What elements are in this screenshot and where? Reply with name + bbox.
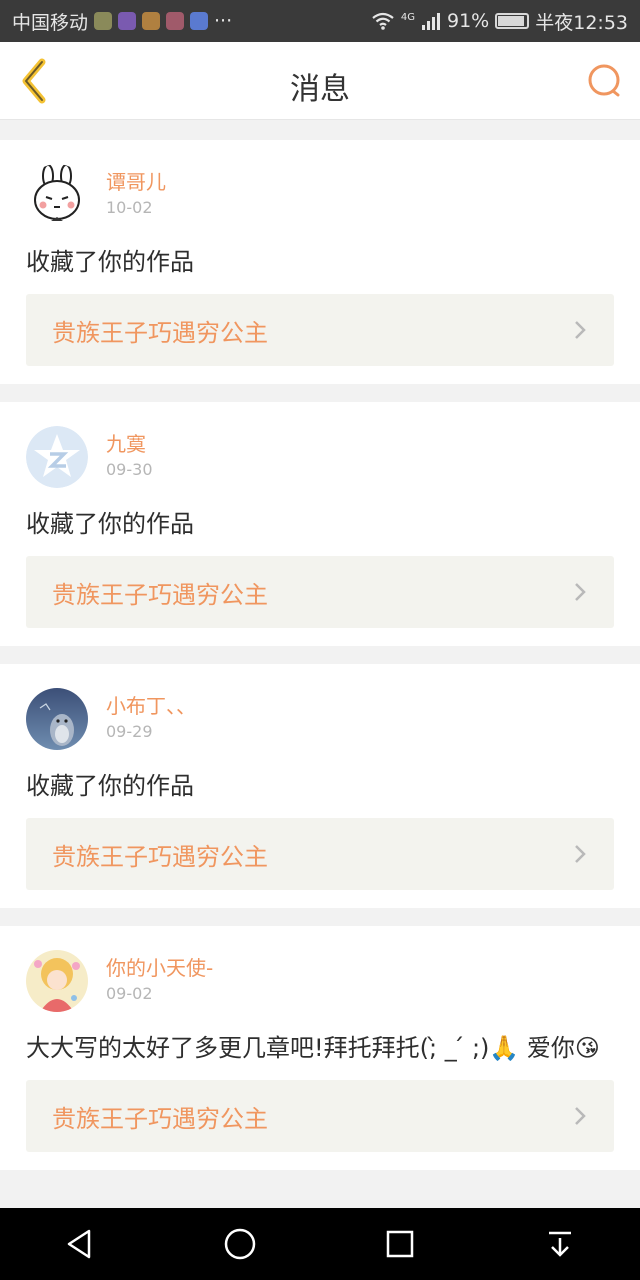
nav-pulldown-icon <box>549 1231 571 1257</box>
chevron-right-icon <box>575 1107 586 1125</box>
avatar[interactable] <box>26 164 88 226</box>
message-text: 收藏了你的作品 <box>26 510 194 538</box>
message-card: 谭哥儿 10-02 收藏了你的作品 贵族王子巧遇穷公主 <box>0 140 640 384</box>
work-title: 贵族王子巧遇穷公主 <box>52 842 268 871</box>
signal-icon <box>422 13 440 30</box>
work-link[interactable]: 贵族王子巧遇穷公主 <box>26 818 614 890</box>
search-button[interactable] <box>584 60 626 102</box>
system-nav-bar <box>0 1208 640 1280</box>
wifi-icon <box>372 12 394 30</box>
nav-back-icon <box>67 1229 91 1259</box>
message-card: 小布丁、、 09-29 收藏了你的作品 贵族王子巧遇穷公主 <box>0 664 640 908</box>
message-card: 九寞 09-30 收藏了你的作品 贵族王子巧遇穷公主 <box>0 402 640 646</box>
chevron-right-icon <box>575 321 586 339</box>
battery-icon <box>495 13 530 29</box>
totoro-avatar-icon <box>26 688 88 750</box>
music-app-icon <box>190 12 209 30</box>
nav-home-icon <box>224 1228 256 1260</box>
message-list: 谭哥儿 10-02 收藏了你的作品 贵族王子巧遇穷公主 九寞 09-30 收藏了… <box>0 140 640 1188</box>
app-notification-icon <box>142 12 161 30</box>
nav-back-button[interactable] <box>50 1214 110 1274</box>
work-title: 贵族王子巧遇穷公主 <box>52 1104 268 1133</box>
app-notification-icon <box>94 12 113 30</box>
message-text: 收藏了你的作品 <box>26 772 194 800</box>
nav-recents-button[interactable] <box>370 1214 430 1274</box>
app-notification-icon <box>166 12 185 30</box>
nav-pulldown-button[interactable] <box>530 1214 590 1274</box>
avatar[interactable] <box>26 426 88 488</box>
nav-home-button[interactable] <box>210 1214 270 1274</box>
work-link[interactable]: 贵族王子巧遇穷公主 <box>26 294 614 366</box>
chevron-right-icon <box>575 845 586 863</box>
more-notifications-icon: ··· <box>214 10 233 32</box>
clock: 半夜12:53 <box>535 11 628 34</box>
default-qq-avatar-icon <box>26 426 88 488</box>
status-bar: 中国移动 ··· 4G 91% 半夜12:53 <box>0 0 640 42</box>
app-notification-icon <box>118 12 137 30</box>
avatar[interactable] <box>26 688 88 750</box>
anime-girl-avatar-icon <box>26 950 88 1012</box>
chevron-right-icon <box>575 583 586 601</box>
message-text: 大大写的太好了多更几章吧!拜托拜托(;̀ _ ́ ;)🙏 爱你😘 <box>26 1034 600 1062</box>
username[interactable]: 你的小天使- <box>106 954 213 982</box>
page-title: 消息 <box>290 72 350 107</box>
battery-percent: 91% <box>447 10 490 32</box>
work-link[interactable]: 贵族王子巧遇穷公主 <box>26 1080 614 1152</box>
work-title: 贵族王子巧遇穷公主 <box>52 580 268 609</box>
battery-level <box>498 16 524 26</box>
network-type-label: 4G <box>400 11 415 23</box>
username[interactable]: 九寞 <box>106 430 153 458</box>
avatar[interactable] <box>26 950 88 1012</box>
username[interactable]: 小布丁、、 <box>106 692 196 720</box>
bunny-avatar-icon <box>26 164 88 226</box>
message-text: 收藏了你的作品 <box>26 248 194 276</box>
message-card: 你的小天使- 09-02 大大写的太好了多更几章吧!拜托拜托(;̀ _ ́ ;)… <box>0 926 640 1170</box>
message-date: 09-02 <box>106 984 153 1003</box>
nav-recents-icon <box>386 1230 414 1258</box>
work-title: 贵族王子巧遇穷公主 <box>52 318 268 347</box>
username[interactable]: 谭哥儿 <box>106 168 166 196</box>
message-date: 10-02 <box>106 198 153 217</box>
app-header: 消息 <box>0 42 640 120</box>
work-link[interactable]: 贵族王子巧遇穷公主 <box>26 556 614 628</box>
message-date: 09-30 <box>106 460 153 479</box>
search-icon <box>588 64 620 97</box>
message-date: 09-29 <box>106 722 153 741</box>
carrier-label: 中国移动 <box>12 11 89 34</box>
